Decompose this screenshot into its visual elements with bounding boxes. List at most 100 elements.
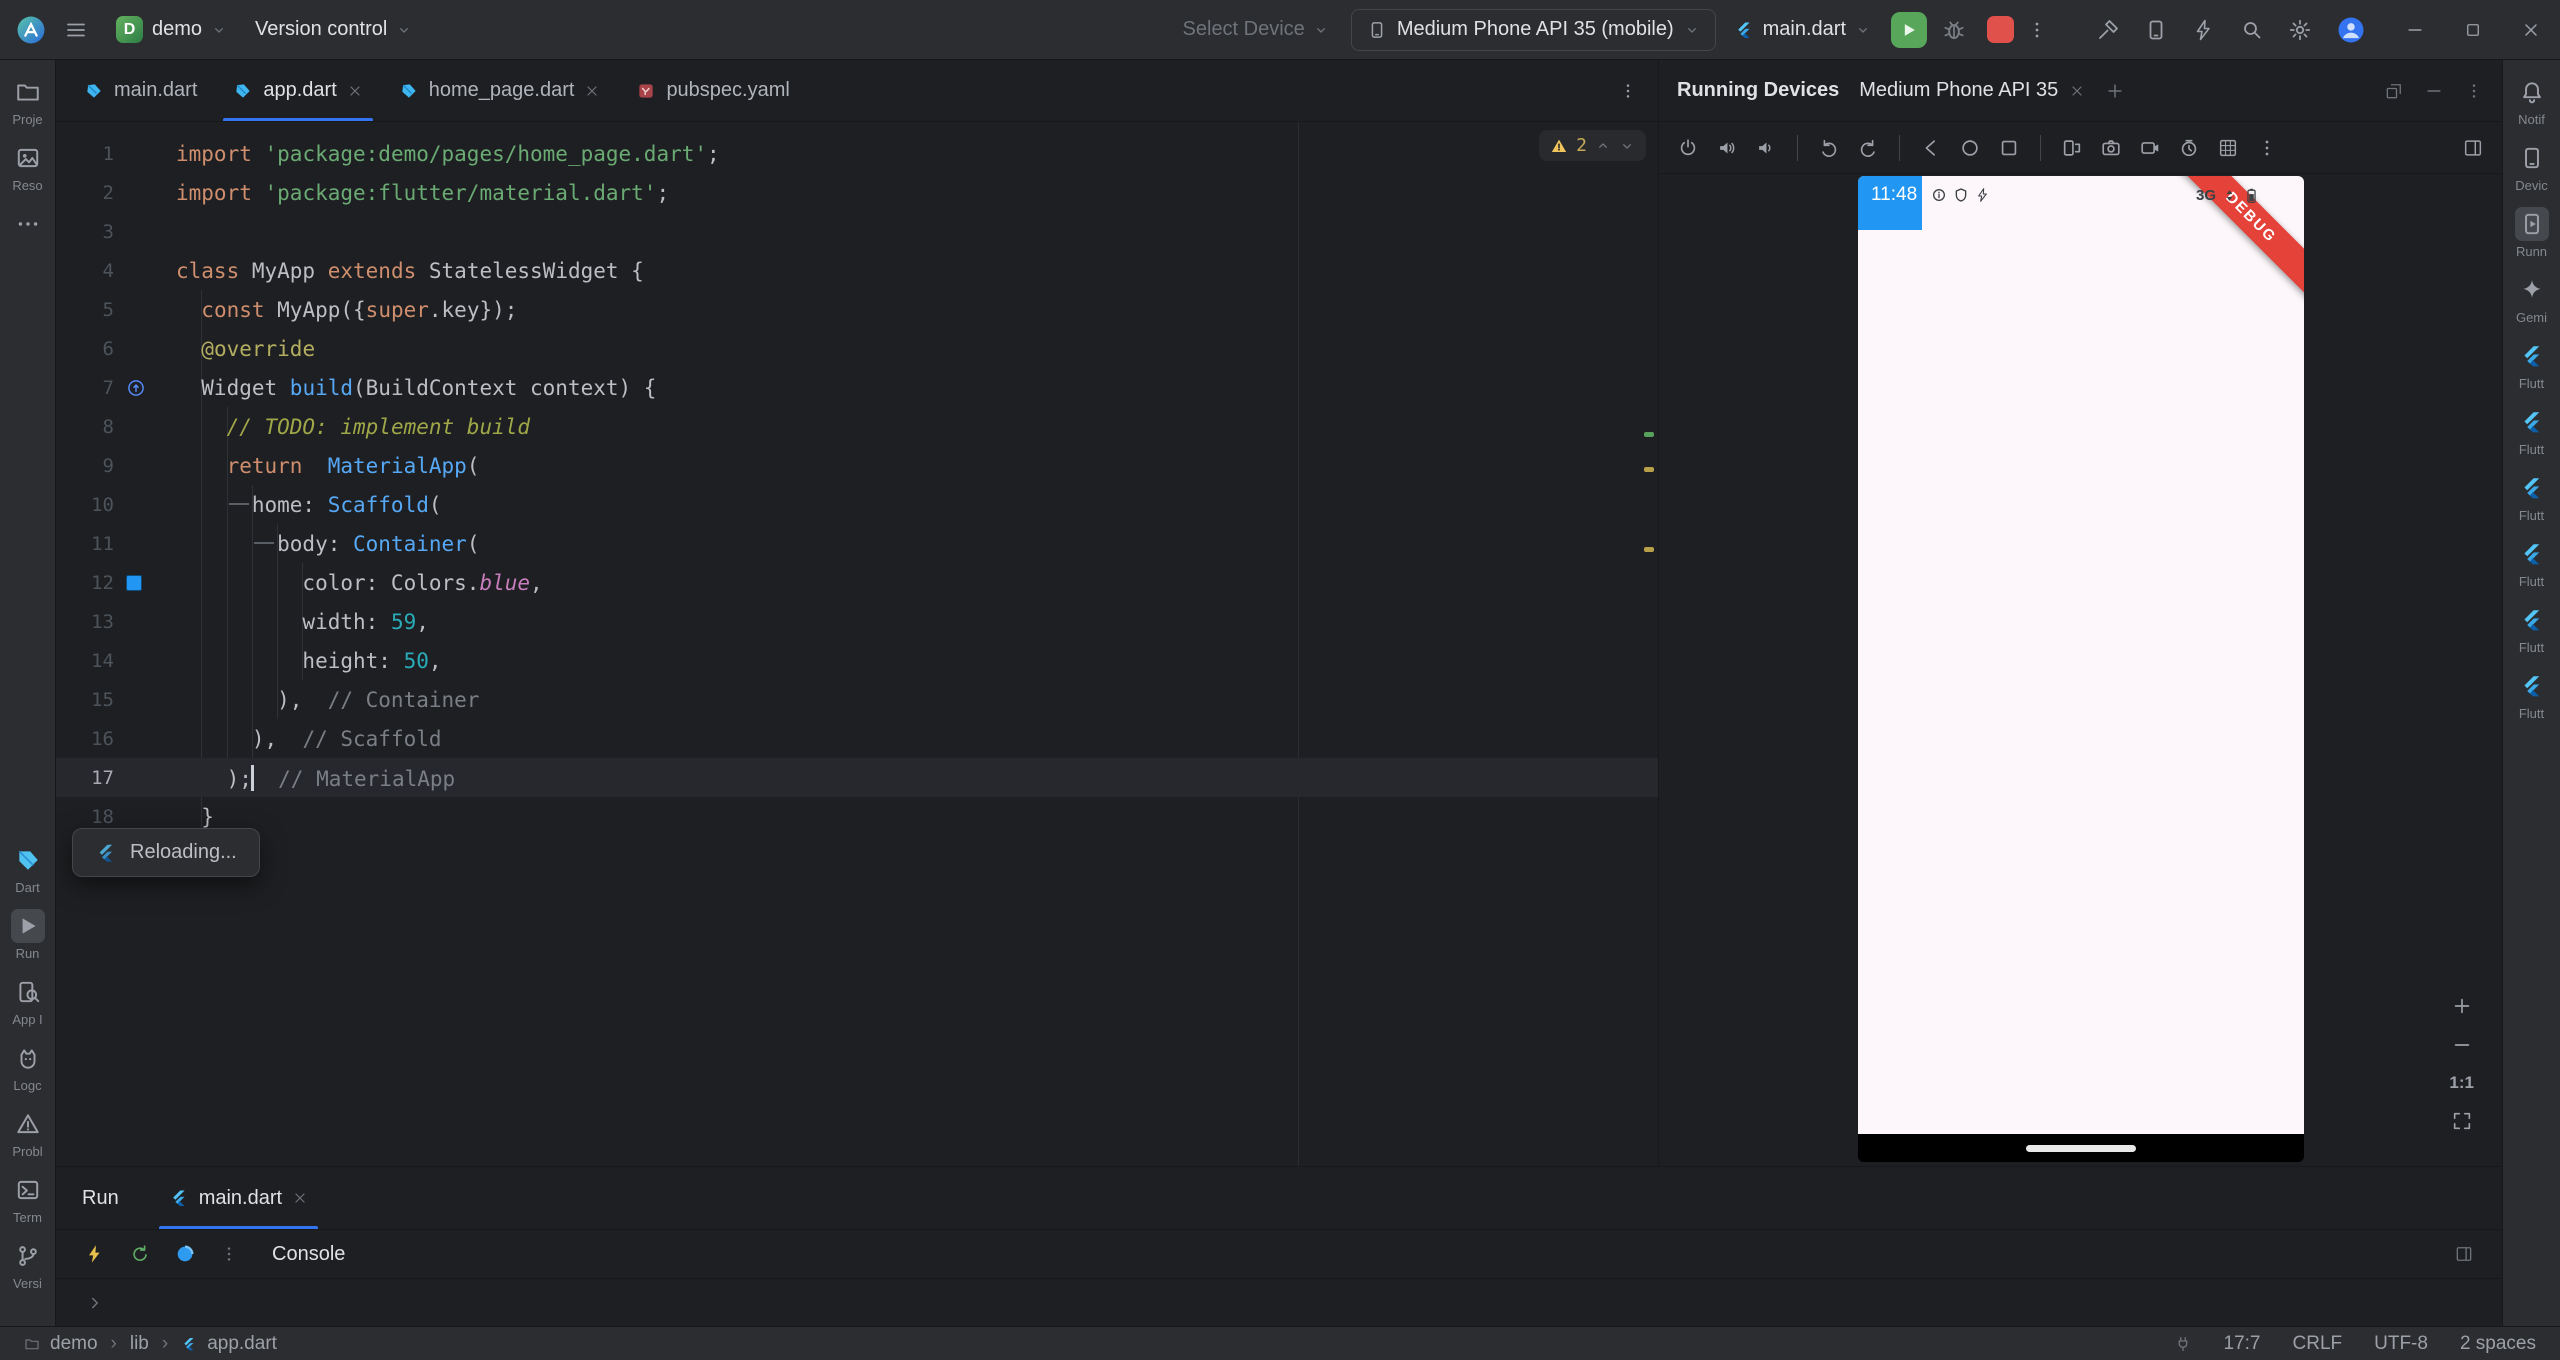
line-number[interactable]: 13 (56, 611, 114, 633)
tool-gemini[interactable]: Gemi (2505, 266, 2559, 332)
back-icon[interactable] (1920, 137, 1942, 159)
code-line-3[interactable]: 3 (56, 212, 1658, 251)
hot-restart-button[interactable] (129, 1243, 151, 1265)
video-icon[interactable] (2139, 137, 2161, 159)
line-number[interactable]: 12 (56, 572, 114, 594)
panel-options-kebab[interactable] (2464, 81, 2484, 101)
tab-main-dart[interactable]: main.dart (66, 60, 215, 121)
code-line-6[interactable]: 6 @override (56, 329, 1658, 368)
line-number[interactable]: 2 (56, 182, 114, 204)
tool-flutter-tool-6[interactable]: Flutt (2505, 662, 2559, 728)
tool-running-devices[interactable]: Runn (2505, 200, 2559, 266)
user-avatar[interactable] (2336, 15, 2366, 45)
code-line-4[interactable]: 4 class MyApp extends StatelessWidget { (56, 251, 1658, 290)
breadcrumb-lib[interactable]: lib (130, 1333, 149, 1355)
code-line-5[interactable]: 5 const MyApp({super.key}); (56, 290, 1658, 329)
tool-app-inspection[interactable]: App I (1, 968, 55, 1034)
override-marker-icon[interactable] (126, 378, 146, 398)
code-line-18[interactable]: 18 } (56, 797, 1658, 836)
indent-setting[interactable]: 2 spaces (2460, 1333, 2536, 1355)
line-number[interactable]: 11 (56, 533, 114, 555)
line-number[interactable]: 16 (56, 728, 114, 750)
zoom-fit-button[interactable] (2451, 1110, 2473, 1132)
zoom-in-button[interactable] (2451, 995, 2473, 1017)
snapshot-icon[interactable] (2178, 137, 2200, 159)
window-minimize-button[interactable] (2386, 0, 2444, 59)
line-number[interactable]: 17 (56, 767, 114, 789)
tab-pubspec-yaml[interactable]: pubspec.yaml (618, 60, 807, 121)
window-maximize-button[interactable] (2444, 0, 2502, 59)
chevron-down-icon[interactable] (1619, 138, 1635, 154)
file-encoding[interactable]: UTF-8 (2374, 1333, 2428, 1355)
window-close-button[interactable] (2502, 0, 2560, 59)
device-selector[interactable]: Medium Phone API 35 (mobile) (1350, 8, 1716, 51)
code-line-13[interactable]: 13 width: 59, (56, 602, 1658, 641)
tool-device-manager[interactable]: Devic (2505, 134, 2559, 200)
settings-gear-icon[interactable] (2288, 18, 2312, 42)
tab-app-dart[interactable]: app.dart (215, 60, 380, 121)
breadcrumb-file[interactable]: app.dart (207, 1333, 277, 1355)
tool-flutter-tool-4[interactable]: Flutt (2505, 530, 2559, 596)
tool-version-control[interactable]: Versi (1, 1232, 55, 1298)
close-icon[interactable] (292, 1190, 308, 1206)
tool-flutter-tool-1[interactable]: Flutt (2505, 332, 2559, 398)
line-number[interactable]: 4 (56, 260, 114, 282)
code-line-10[interactable]: 10 home: Scaffold( (56, 485, 1658, 524)
tool-logcat[interactable]: Logc (1, 1034, 55, 1100)
emulator-screen[interactable]: DEBUG 11:48 3G (1858, 176, 2304, 1134)
vcs-widget[interactable]: Version control (243, 8, 424, 52)
tool-flutter-tool-5[interactable]: Flutt (2505, 596, 2559, 662)
home-icon[interactable] (1959, 137, 1981, 159)
line-number[interactable]: 3 (56, 221, 114, 243)
tool-resource-manager[interactable]: Reso (1, 134, 55, 200)
chevron-up-icon[interactable] (1595, 138, 1611, 154)
select-device-dropdown[interactable]: Select Device (1183, 18, 1329, 41)
line-number[interactable]: 8 (56, 416, 114, 438)
dock-panel-icon[interactable] (2462, 137, 2484, 159)
overview-icon[interactable] (1998, 137, 2020, 159)
zoom-reset-button[interactable]: 1:1 (2449, 1073, 2474, 1093)
tool-flutter-tool-3[interactable]: Flutt (2505, 464, 2559, 530)
camera-icon[interactable] (2100, 137, 2122, 159)
run-configuration-dropdown[interactable]: main.dart (1734, 18, 1871, 41)
console-tab[interactable]: Console (272, 1243, 345, 1266)
more-actions-kebab[interactable] (2026, 19, 2048, 41)
code-line-8[interactable]: 8 // TODO: implement build (56, 407, 1658, 446)
code-line-2[interactable]: 2 import 'package:flutter/material.dart'; (56, 173, 1658, 212)
hot-reload-button[interactable] (84, 1243, 106, 1265)
run-tab-main-dart[interactable]: main.dart (153, 1167, 324, 1229)
tool-run[interactable]: Run (1, 902, 55, 968)
line-number[interactable]: 14 (56, 650, 114, 672)
code-line-11[interactable]: 11 body: Container( (56, 524, 1658, 563)
tool-flutter-tool-2[interactable]: Flutt (2505, 398, 2559, 464)
expand-chevron-icon[interactable] (86, 1294, 104, 1312)
volume-up-icon[interactable] (1716, 137, 1738, 159)
color-preview-swatch[interactable] (126, 574, 142, 591)
stop-button[interactable] (1987, 16, 2014, 43)
code-line-7[interactable]: 7 Widget build(BuildContext context) { (56, 368, 1658, 407)
tool-problems[interactable]: Probl (1, 1100, 55, 1166)
device-mirror-icon[interactable] (2144, 18, 2168, 42)
tab-options-kebab[interactable] (1598, 60, 1658, 121)
power-save-plug-icon[interactable] (2174, 1335, 2192, 1353)
layout-settings-icon[interactable] (2454, 1244, 2474, 1264)
rotate-left-icon[interactable] (1818, 137, 1840, 159)
rotate-right-icon[interactable] (1857, 137, 1879, 159)
code-line-12[interactable]: 12 color: Colors.blue, (56, 563, 1658, 602)
line-number[interactable]: 5 (56, 299, 114, 321)
phone-nav-bar[interactable] (1858, 1134, 2304, 1162)
lightning-icon[interactable] (2192, 18, 2216, 42)
code-line-14[interactable]: 14 height: 50, (56, 641, 1658, 680)
run-button[interactable] (1891, 11, 1927, 48)
grid-icon[interactable] (2217, 137, 2239, 159)
device-tab[interactable]: Medium Phone API 35 (1859, 79, 2085, 102)
line-number[interactable]: 18 (56, 806, 114, 828)
code-line-16[interactable]: 16 ), // Scaffold (56, 719, 1658, 758)
close-icon[interactable] (347, 83, 363, 99)
tool-more-tools[interactable] (1, 200, 55, 251)
volume-down-icon[interactable] (1755, 137, 1777, 159)
build-icon[interactable] (2096, 18, 2120, 42)
inspection-widget[interactable]: 2 (1539, 130, 1646, 161)
code-line-1[interactable]: 1 import 'package:demo/pages/home_page.da… (56, 134, 1658, 173)
caret-position[interactable]: 17:7 (2224, 1333, 2261, 1355)
